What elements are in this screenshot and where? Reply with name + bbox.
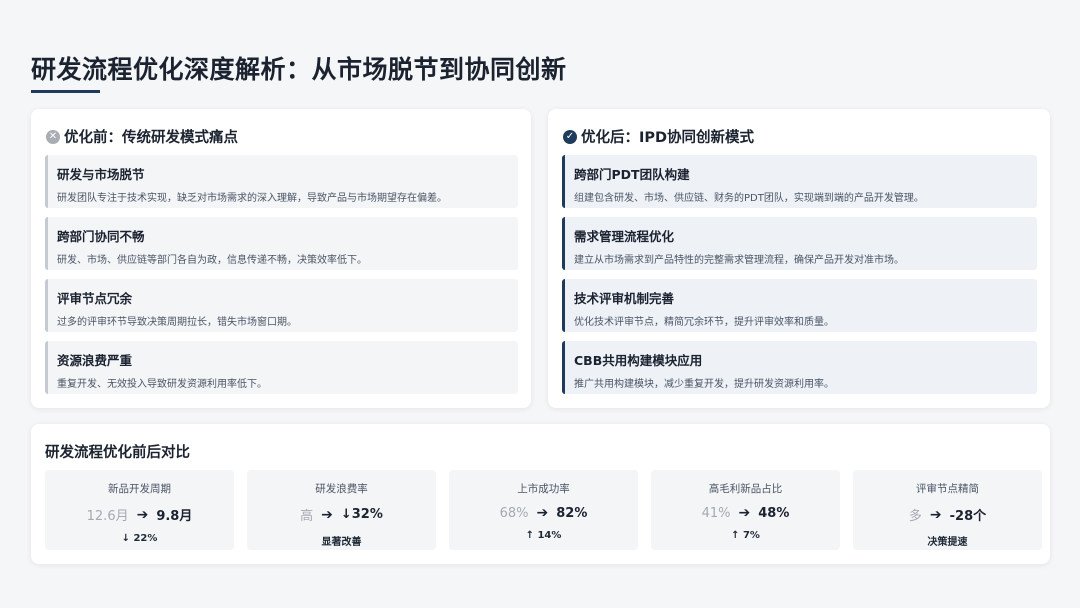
metric-label: 高毛利新品占比 xyxy=(708,483,783,495)
item-desc: 组建包含研发、市场、供应链、财务的PDT团队，实现端到端的产品开发管理。 xyxy=(574,193,924,204)
metric-change: ↑ 7% xyxy=(731,530,760,541)
before-panel-title: 优化前：传统研发模式痛点 xyxy=(64,130,238,146)
metric-after: 9.8月 xyxy=(156,509,193,524)
metric-card: 上市成功率 68% ➔ 82% ↑ 14% xyxy=(449,470,638,550)
metric-values: 多 ➔ -28个 xyxy=(853,505,1042,525)
comparison-title: 研发流程优化前后对比 xyxy=(45,445,190,461)
after-panel-title: 优化后：IPD协同创新模式 xyxy=(581,130,755,146)
metrics-row: 新品开发周期 12.6月 ➔ 9.8月 ↓ 22% 研发浪费率 高 ➔ ↓32%… xyxy=(45,470,1042,550)
item-title: 资源浪费严重 xyxy=(57,353,133,368)
metric-before: 68% xyxy=(499,505,529,521)
before-item-list: 研发与市场脱节 研发团队专注于技术实现，缺乏对市场需求的深入理解，导致产品与市场… xyxy=(45,155,518,403)
page-title: 研发流程优化深度解析：从市场脱节到协同创新 xyxy=(31,55,567,84)
metric-card: 研发浪费率 高 ➔ ↓32% 显著改善 xyxy=(247,470,436,550)
list-item: 需求管理流程优化 建立从市场需求到产品特性的完整需求管理流程，确保产品开发对准市… xyxy=(562,217,1037,270)
item-desc: 建立从市场需求到产品特性的完整需求管理流程，确保产品开发对准市场。 xyxy=(574,255,904,266)
before-panel: ✕ 优化前：传统研发模式痛点 研发与市场脱节 研发团队专注于技术实现，缺乏对市场… xyxy=(31,109,531,408)
metric-change: 决策提速 xyxy=(927,537,968,548)
arrow-right-icon: ➔ xyxy=(136,506,149,523)
item-desc: 过多的评审环节导致决策周期拉长，错失市场窗口期。 xyxy=(57,317,297,328)
arrow-right-icon: ➔ xyxy=(536,505,549,521)
list-item: 评审节点冗余 过多的评审环节导致决策周期拉长，错失市场窗口期。 xyxy=(45,279,518,332)
list-item: 跨部门PDT团队构建 组建包含研发、市场、供应链、财务的PDT团队，实现端到端的… xyxy=(562,155,1037,208)
metric-change: 显著改善 xyxy=(321,537,362,548)
arrow-right-icon: ➔ xyxy=(929,506,942,523)
metric-label: 上市成功率 xyxy=(517,483,570,495)
comparison-panel: 研发流程优化前后对比 新品开发周期 12.6月 ➔ 9.8月 ↓ 22% 研发浪… xyxy=(31,424,1050,564)
metric-label: 新品开发周期 xyxy=(108,483,171,495)
metric-after: 48% xyxy=(758,505,790,521)
item-title: 需求管理流程优化 xyxy=(574,229,675,244)
x-circle-icon: ✕ xyxy=(46,129,60,144)
item-title: CBB共用构建模块应用 xyxy=(574,353,703,368)
item-desc: 优化技术评审节点，精简冗余环节，提升评审效率和质量。 xyxy=(574,317,834,328)
after-item-list: 跨部门PDT团队构建 组建包含研发、市场、供应链、财务的PDT团队，实现端到端的… xyxy=(562,155,1037,403)
title-underline xyxy=(31,90,100,93)
metric-values: 高 ➔ ↓32% xyxy=(247,505,436,525)
metric-card: 高毛利新品占比 41% ➔ 48% ↑ 7% xyxy=(651,470,840,550)
list-item: CBB共用构建模块应用 推广共用构建模块，减少重复开发，提升研发资源利用率。 xyxy=(562,341,1037,394)
metric-before: 高 xyxy=(300,509,314,524)
item-title: 评审节点冗余 xyxy=(57,291,133,306)
arrow-right-icon: ➔ xyxy=(738,505,751,521)
metric-change: ↑ 14% xyxy=(525,530,562,541)
list-item: 资源浪费严重 重复开发、无效投入导致研发资源利用率低下。 xyxy=(45,341,518,394)
metric-after: -28个 xyxy=(949,509,987,524)
item-desc: 推广共用构建模块，减少重复开发，提升研发资源利用率。 xyxy=(574,379,834,390)
item-desc: 研发、市场、供应链等部门各自为政，信息传递不畅，决策效率低下。 xyxy=(57,255,367,266)
metric-after: ↓32% xyxy=(340,507,383,522)
item-title: 跨部门PDT团队构建 xyxy=(574,167,690,182)
item-title: 技术评审机制完善 xyxy=(574,291,675,306)
metric-values: 68% ➔ 82% xyxy=(449,505,638,521)
metric-label: 研发浪费率 xyxy=(315,483,368,495)
list-item: 研发与市场脱节 研发团队专注于技术实现，缺乏对市场需求的深入理解，导致产品与市场… xyxy=(45,155,518,208)
item-desc: 重复开发、无效投入导致研发资源利用率低下。 xyxy=(57,379,267,390)
after-panel: ✓ 优化后：IPD协同创新模式 跨部门PDT团队构建 组建包含研发、市场、供应链… xyxy=(548,109,1050,408)
metric-change: ↓ 22% xyxy=(121,533,158,544)
list-item: 技术评审机制完善 优化技术评审节点，精简冗余环节，提升评审效率和质量。 xyxy=(562,279,1037,332)
item-title: 研发与市场脱节 xyxy=(57,167,145,182)
metric-before: 多 xyxy=(908,509,922,524)
metric-values: 41% ➔ 48% xyxy=(651,505,840,521)
before-panel-header: ✕ 优化前：传统研发模式痛点 xyxy=(46,126,238,147)
metric-card: 新品开发周期 12.6月 ➔ 9.8月 ↓ 22% xyxy=(45,470,234,550)
arrow-right-icon: ➔ xyxy=(321,506,333,523)
item-title: 跨部门协同不畅 xyxy=(57,229,145,244)
item-desc: 研发团队专注于技术实现，缺乏对市场需求的深入理解，导致产品与市场期望存在偏差。 xyxy=(57,193,447,204)
check-circle-icon: ✓ xyxy=(563,129,577,144)
metric-label: 评审节点精简 xyxy=(916,483,979,495)
metric-card: 评审节点精简 多 ➔ -28个 决策提速 xyxy=(853,470,1042,550)
metric-before: 41% xyxy=(701,505,731,521)
metric-before: 12.6月 xyxy=(86,509,129,524)
list-item: 跨部门协同不畅 研发、市场、供应链等部门各自为政，信息传递不畅，决策效率低下。 xyxy=(45,217,518,270)
metric-after: 82% xyxy=(556,505,588,521)
after-panel-header: ✓ 优化后：IPD协同创新模式 xyxy=(563,126,754,147)
metric-values: 12.6月 ➔ 9.8月 xyxy=(45,505,234,525)
